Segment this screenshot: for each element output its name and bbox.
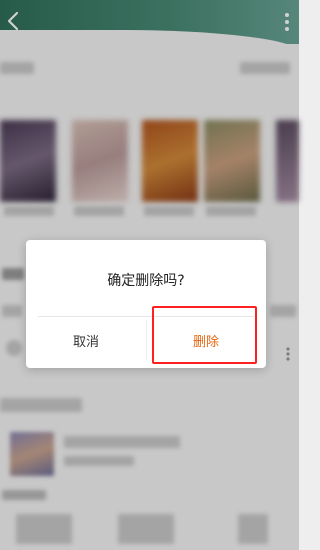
cancel-button[interactable]: 取消 <box>26 320 146 360</box>
delete-button[interactable]: 删除 <box>146 320 266 360</box>
confirm-delete-dialog: 确定删除吗? 取消 删除 <box>26 240 266 368</box>
dialog-title: 确定删除吗? <box>107 273 185 289</box>
dialog-divider <box>38 316 254 317</box>
